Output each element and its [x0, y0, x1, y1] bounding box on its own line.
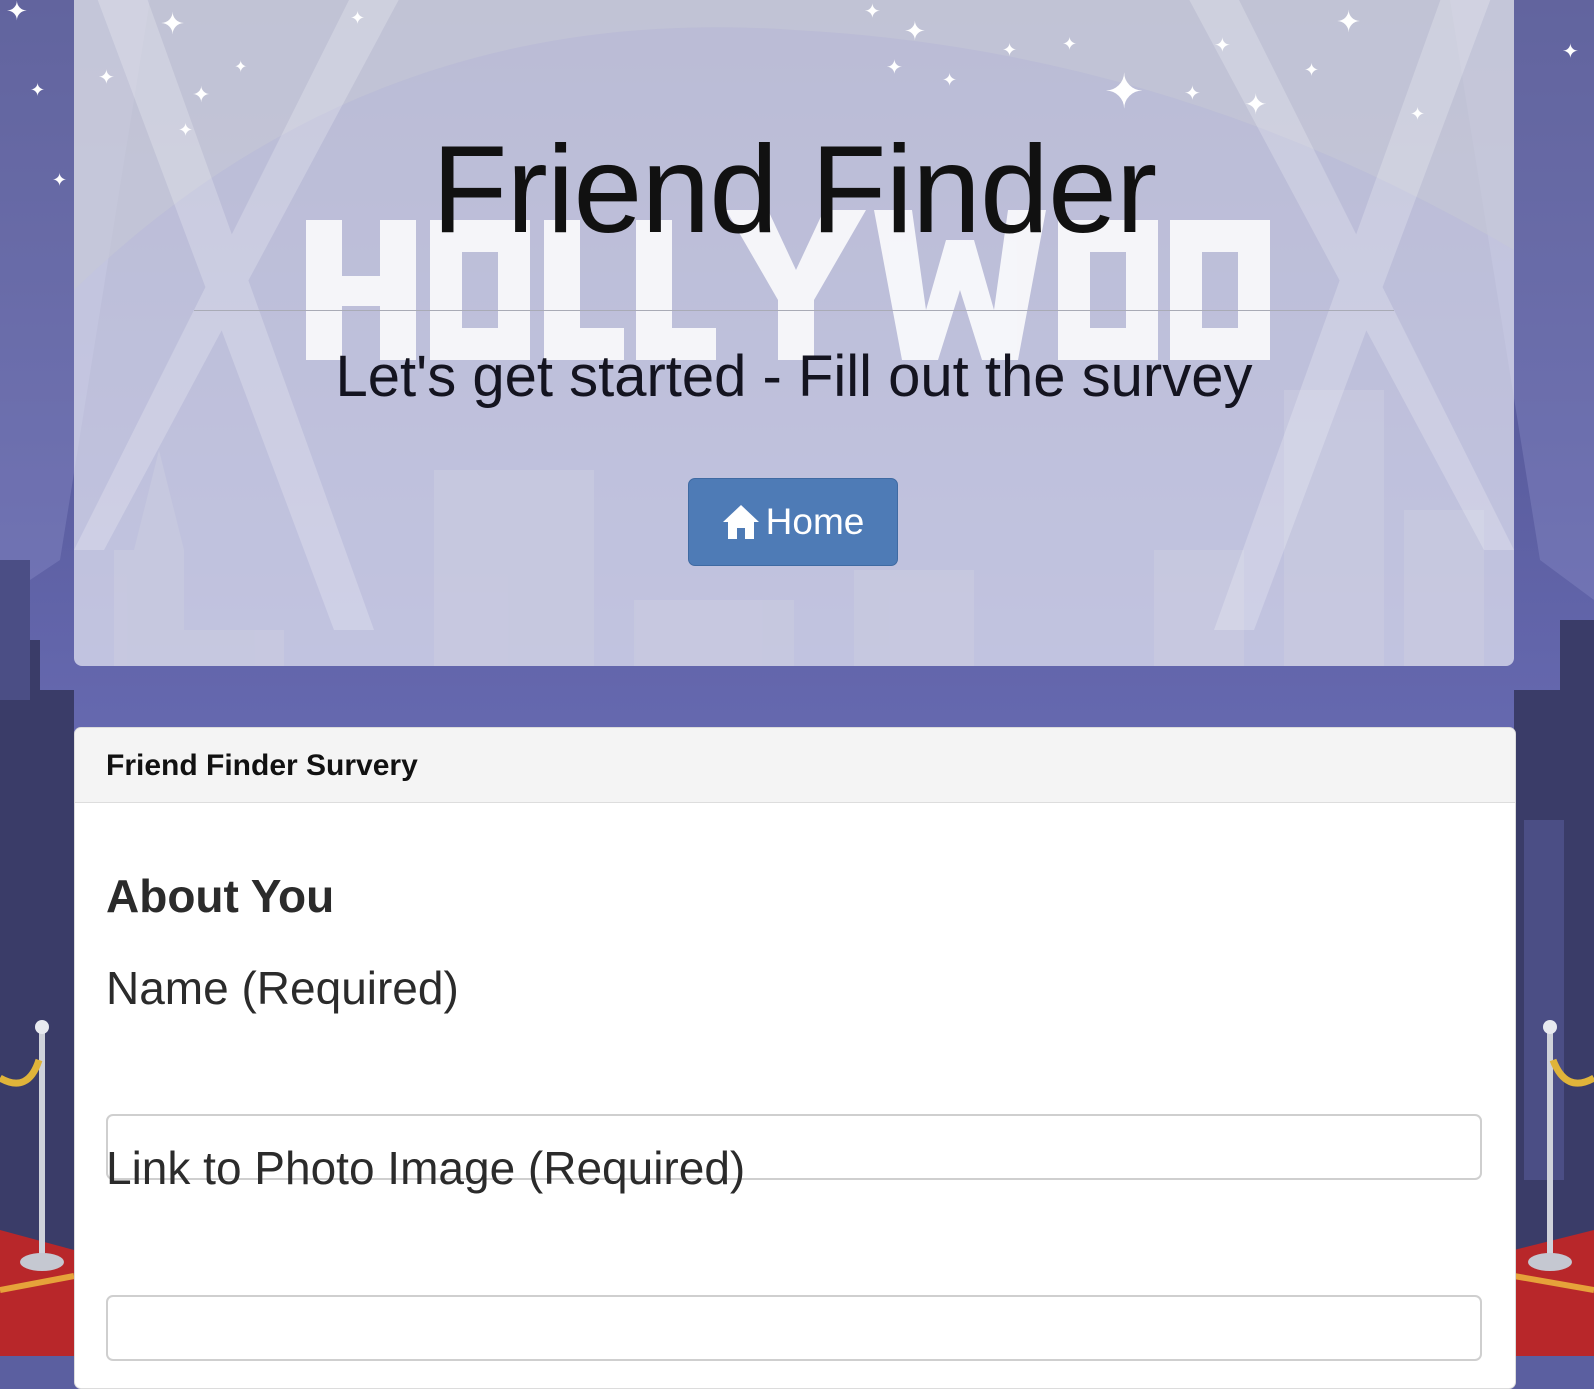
- svg-text:✦: ✦: [904, 17, 926, 47]
- svg-text:✦: ✦: [1410, 104, 1425, 125]
- svg-text:✦: ✦: [886, 55, 903, 79]
- svg-text:✦: ✦: [350, 8, 365, 29]
- home-icon: [722, 504, 760, 540]
- page-subtitle: Let's get started - Fill out the survey: [335, 344, 1253, 409]
- name-label: Name (Required): [106, 962, 459, 1014]
- svg-text:✦: ✦: [1214, 33, 1231, 57]
- svg-text:✦: ✦: [1336, 5, 1361, 40]
- survey-panel: Friend Finder Survery About You Name (Re…: [74, 727, 1516, 1389]
- page-title: Friend Finder: [431, 121, 1157, 259]
- photo-link-label: Link to Photo Image (Required): [106, 1142, 746, 1194]
- home-button[interactable]: Home: [688, 478, 898, 566]
- svg-text:✦: ✦: [234, 57, 247, 76]
- svg-text:✦: ✦: [160, 7, 185, 42]
- home-button-label: Home: [765, 501, 865, 542]
- svg-text:✦: ✦: [1002, 40, 1017, 61]
- section-title-about-you: About You: [106, 870, 335, 922]
- svg-text:✦: ✦: [942, 70, 957, 91]
- svg-text:✦: ✦: [52, 170, 67, 191]
- svg-text:✦: ✦: [1184, 81, 1201, 105]
- svg-text:✦: ✦: [864, 0, 881, 23]
- svg-text:✦: ✦: [192, 83, 210, 108]
- svg-text:✦: ✦: [6, 0, 28, 27]
- title-divider: [194, 310, 1394, 311]
- panel-title: Friend Finder Survery: [106, 749, 418, 782]
- photo-link-input[interactable]: [106, 1295, 1482, 1361]
- svg-text:✦: ✦: [1062, 34, 1077, 55]
- svg-text:✦: ✦: [30, 80, 45, 101]
- svg-text:✦: ✦: [98, 65, 115, 89]
- panel-heading: Friend Finder Survery: [75, 728, 1515, 803]
- svg-text:✦: ✦: [1304, 60, 1319, 81]
- svg-text:✦: ✦: [1244, 88, 1267, 121]
- jumbotron: ✦ ✦ ✦ ✦ ✦ ✦ ✦ ✦ ✦ ✦ ✦ ✦ ✦ ✦ ✦ ✦ ✦ ✦ ✦ Fr…: [74, 0, 1514, 666]
- svg-text:✦: ✦: [1562, 39, 1579, 63]
- svg-text:✦: ✦: [1104, 64, 1144, 120]
